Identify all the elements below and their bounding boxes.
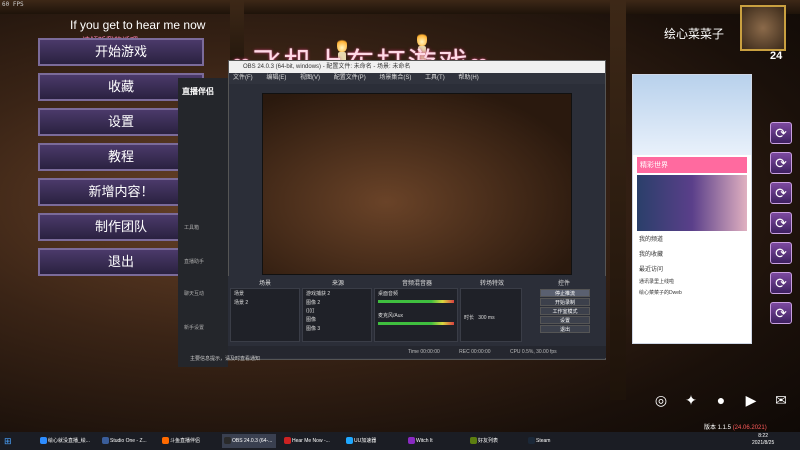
streaming-app-sidebar: 直播伴侣 工具箱 直播助手 聊天互动 新手设置 [178,78,228,358]
song-banner: If you get to hear me now [70,18,206,32]
mixer-channel: 桌面音频 [378,291,399,297]
streaming-app-logo: 直播伴侣 [182,87,214,96]
scene-item[interactable]: 场景 2 [231,298,299,307]
player-level: 24 [770,50,783,62]
menu-file[interactable]: 文件(F) [233,75,253,81]
fps-counter: 60 FPS [2,1,24,8]
settings-button[interactable]: 设置 [540,316,590,324]
taskbar-item[interactable]: Witch It [406,434,462,448]
cpu-stat: CPU 0.5%, 30.00 fps [509,349,557,355]
source-item[interactable]: 图像 [303,315,371,324]
scene-item[interactable]: 场景 [231,289,299,298]
live-time: Time 00:00:00 [408,349,440,355]
swap-icon[interactable]: ⟳ [770,212,792,234]
taskbar-item[interactable]: 斗鱼直播伴侣 [160,434,216,448]
audio-mixer: 桌面音频 麦克风/Aux [374,288,458,342]
obs-menubar: 文件(F) 编辑(E) 视图(V) 配置文件(P) 场景集合(S) 工具(T) … [229,73,605,84]
windows-start-icon[interactable]: ⊞ [4,436,14,446]
source-item[interactable]: 图像 3 [303,324,371,333]
obs-statusbar: Time 00:00:00 REC 00:00:00 CPU 0.5%, 30.… [228,346,606,358]
taskbar-item[interactable]: Steam [526,434,582,448]
mail-icon[interactable]: ✉ [770,392,792,412]
nav-setup[interactable]: 新手设置 [184,324,204,331]
notice-text: 主要信息提示，请及时查看通知 [190,356,261,362]
qq-panel: 精彩世界 我的频道 我的收藏 最近访问 通讯录里上线啦 绘心菜菜子的Dweb [632,74,752,344]
game-version: 版本 1.1.5 (24.06.2021) [704,425,767,431]
source-item[interactable]: 图像 2 [303,298,371,307]
source-item[interactable]: 游戏捕获 2 [303,289,371,298]
player-avatar [740,5,786,51]
nav-live-assistant[interactable]: 直播助手 [184,258,204,265]
transition-duration: 时长 300 ms [464,315,495,321]
wooden-post [610,0,626,400]
nav-toolbox[interactable]: 工具箱 [184,224,199,231]
youtube-icon[interactable]: ▶ [740,392,762,412]
taskbar-item[interactable]: OBS 24.0.3 (64-... [222,434,276,448]
studio-mode-button[interactable]: 工作室模式 [540,307,590,315]
menu-edit[interactable]: 编辑(E) [266,75,286,81]
qq-item-recent[interactable]: 最近访问 [633,261,751,276]
sources-list: 游戏捕获 2 图像 2 ((((( 图像 图像 3 [302,288,372,342]
sources-header: 来源 [331,281,344,287]
mixer-header: 音频混音器 [401,281,432,287]
qq-feature-banner[interactable]: 精彩世界 [637,157,747,173]
obs-titlebar[interactable]: OBS 24.0.3 (64-bit, windows) - 配置文件: 未命名… [229,61,605,73]
volume-meter [378,322,454,325]
scenes-header: 场景 [258,281,271,287]
menu-view[interactable]: 视图(V) [300,75,320,81]
swap-icon[interactable]: ⟳ [770,272,792,294]
discord-icon[interactable]: ◎ [650,392,672,412]
qq-chat-item[interactable]: 通讯录里上线啦 [633,276,751,287]
menu-help[interactable]: 帮助(H) [458,75,478,81]
taskbar-item[interactable]: 好友列表 [468,434,522,448]
start-recording-button[interactable]: 开始录制 [540,298,590,306]
twitter-icon[interactable]: ✦ [680,392,702,412]
nav-chat[interactable]: 聊天互动 [184,290,204,297]
rec-time: REC 00:00:00 [459,349,491,355]
menu-profile[interactable]: 配置文件(P) [334,75,366,81]
mixer-channel: 麦克风/Aux [378,313,404,319]
swap-icon[interactable]: ⟳ [770,242,792,264]
transitions-panel: 时长 300 ms [460,288,522,342]
player-name: 绘心菜菜子 [664,27,725,41]
obs-preview[interactable] [262,93,572,275]
swap-icon[interactable]: ⟳ [770,302,792,324]
exit-button[interactable]: 退出 [540,325,590,333]
ceiling-beam [0,0,800,14]
qq-profile-banner [633,75,751,155]
stop-stream-button[interactable]: 停止推流 [540,289,590,297]
taskbar-item[interactable]: Hear Me Now -... [282,434,338,448]
taskbar-item[interactable]: UU加速器 [344,434,400,448]
transitions-header: 转场特效 [479,281,504,287]
taskbar-item[interactable]: Studio One - Z... [100,434,154,448]
taskbar-clock[interactable]: 8:22 2021/8/25 [752,433,774,447]
volume-meter [378,300,454,303]
swap-icon[interactable]: ⟳ [770,152,792,174]
menu-start-game-button[interactable]: 开始游戏 [38,38,204,66]
scenes-list: 场景 场景 2 [230,288,300,342]
swap-icon[interactable]: ⟳ [770,182,792,204]
menu-scene-collection[interactable]: 场景集合(S) [379,75,411,81]
taskbar-item[interactable]: 绘心就没直播_绘... [38,434,94,448]
swap-icon[interactable]: ⟳ [770,122,792,144]
menu-tools[interactable]: 工具(T) [425,75,445,81]
qq-chat-item[interactable]: 绘心菜菜子的Dweb [633,287,751,298]
qq-item-favorites[interactable]: 我的收藏 [633,246,751,261]
qq-feature-images[interactable] [637,175,747,231]
source-item[interactable]: ((((( [303,307,371,315]
obs-docks: 场景 场景 场景 2 来源 游戏捕获 2 图像 2 ((((( 图像 图像 3 … [228,276,606,346]
controls-header: 控件 [557,281,570,287]
qq-item-channel[interactable]: 我的频道 [633,231,751,246]
reddit-icon[interactable]: ● [710,392,732,412]
duration-input[interactable]: 300 ms [478,315,494,321]
